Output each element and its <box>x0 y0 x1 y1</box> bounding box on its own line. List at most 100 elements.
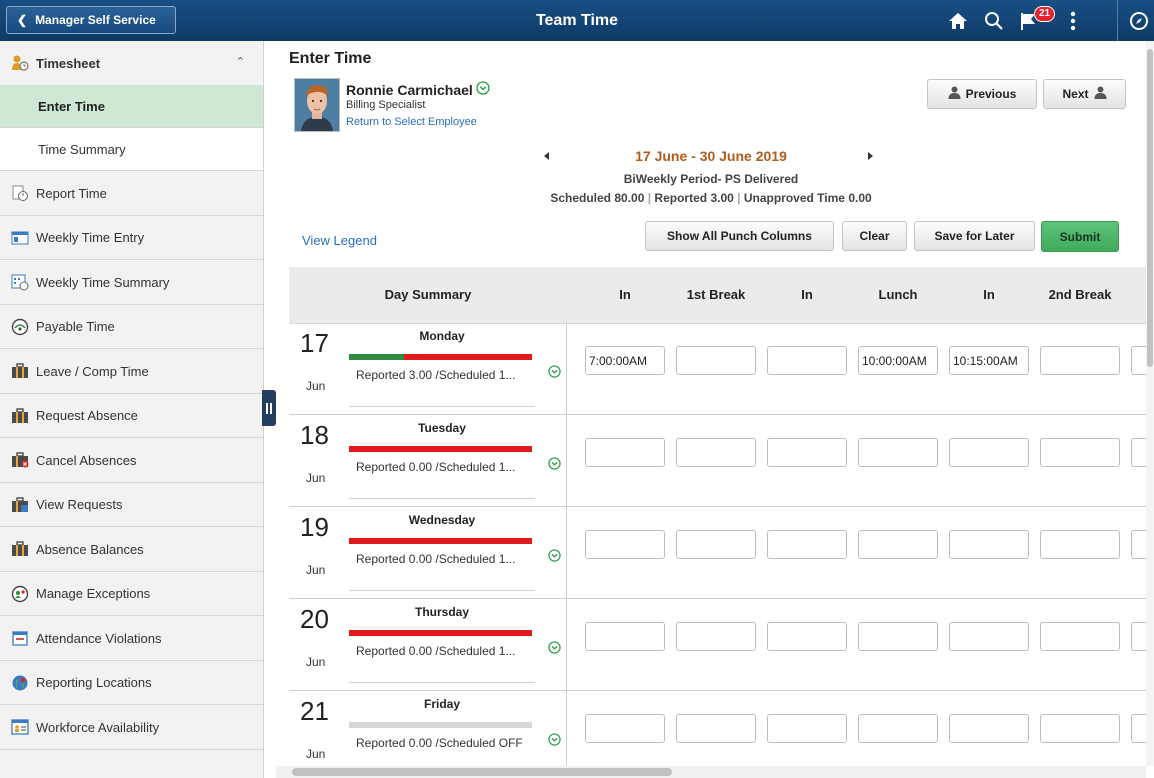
sidebar-item-enter-time[interactable]: Enter Time <box>0 85 263 128</box>
chevron-up-icon[interactable]: ⌃ <box>236 55 245 68</box>
chevron-down-circle-icon[interactable] <box>548 457 561 473</box>
actions-menu-icon[interactable] <box>1065 9 1081 33</box>
manager-self-service-back-button[interactable]: ❮ Manager Self Service <box>6 6 176 34</box>
briefcase-cancel-icon <box>11 451 29 469</box>
period-totals: Scheduled 80.00 | Reported 3.00 | Unappr… <box>550 191 872 205</box>
view-legend-link[interactable]: View Legend <box>302 233 377 248</box>
punch-time-input[interactable] <box>1131 622 1146 651</box>
day-divider <box>349 406 535 407</box>
punch-time-input[interactable] <box>1040 530 1120 559</box>
punch-time-input[interactable] <box>858 622 938 651</box>
punch-time-input[interactable] <box>585 530 665 559</box>
punch-time-input[interactable] <box>949 714 1029 743</box>
sidebar-item-label: Payable Time <box>36 319 115 334</box>
top-banner: ❮ Manager Self Service Team Time 21 <box>0 0 1154 41</box>
sidebar-item-time-summary[interactable]: Time Summary <box>0 128 263 171</box>
chevron-down-circle-icon[interactable] <box>548 641 561 657</box>
sidebar-item-label: Cancel Absences <box>36 452 137 468</box>
sidebar-item-attendance-violations[interactable]: Attendance Violations <box>0 616 263 661</box>
punch-time-input[interactable] <box>1040 346 1120 375</box>
briefcase-icon <box>11 407 29 425</box>
sidebar-item-reporting-locations[interactable]: Reporting Locations <box>0 661 263 705</box>
punch-time-input[interactable] <box>858 714 938 743</box>
sidebar-item-request-absence[interactable]: Request Absence <box>0 394 263 438</box>
punch-time-input[interactable] <box>767 438 847 467</box>
punch-time-input[interactable] <box>767 622 847 651</box>
punch-time-input[interactable] <box>1040 438 1120 467</box>
punch-time-input[interactable] <box>1131 438 1146 467</box>
clear-button[interactable]: Clear <box>842 221 907 251</box>
punch-time-input[interactable] <box>949 622 1029 651</box>
day-row: 20 Jun Thursday Reported 0.00 /Scheduled 1.… <box>289 599 1146 691</box>
punch-time-input[interactable] <box>1040 622 1120 651</box>
return-to-select-employee-link[interactable]: Return to Select Employee <box>346 116 477 128</box>
home-icon[interactable] <box>947 9 969 33</box>
sidebar-item-absence-balances[interactable]: Absence Balances <box>0 527 263 572</box>
save-for-later-button[interactable]: Save for Later <box>914 221 1035 251</box>
column-header-day-summary: Day Summary <box>384 287 472 302</box>
period-range-text: 17 June - 30 June 2019 <box>635 148 787 164</box>
previous-employee-button[interactable]: Previous <box>927 79 1037 109</box>
notifications-flag-icon[interactable]: 21 <box>1018 6 1056 33</box>
employee-job-title: Billing Specialist <box>346 99 426 111</box>
sidebar-item-view-requests[interactable]: View Requests <box>0 483 263 527</box>
sidebar-item-cancel-absences[interactable]: Cancel Absences <box>0 438 263 483</box>
sidebar-item-label: Absence Balances <box>36 541 144 557</box>
punch-time-input[interactable] <box>1131 346 1146 375</box>
chevron-down-circle-icon[interactable] <box>548 549 561 565</box>
punch-time-input[interactable] <box>1040 714 1120 743</box>
sidebar-section-timesheet[interactable]: Timesheet ⌃ <box>0 41 263 85</box>
next-employee-button[interactable]: Next <box>1043 79 1126 109</box>
notification-count-badge: 21 <box>1034 6 1056 22</box>
punch-time-input[interactable] <box>676 346 756 375</box>
sidebar-item-report-time[interactable]: Report Time <box>0 171 263 216</box>
punch-time-input[interactable] <box>858 438 938 467</box>
collapse-sidebar-handle[interactable] <box>262 390 276 426</box>
chevron-down-circle-icon[interactable] <box>548 365 561 381</box>
sidebar-item-weekly-time-summary[interactable]: Weekly Time Summary <box>0 260 263 305</box>
show-all-punch-columns-button[interactable]: Show All Punch Columns <box>645 221 834 251</box>
punch-time-input[interactable] <box>949 346 1029 375</box>
punch-time-input[interactable] <box>949 438 1029 467</box>
punch-time-input[interactable] <box>585 714 665 743</box>
punch-time-input[interactable] <box>858 530 938 559</box>
search-icon[interactable] <box>983 9 1005 33</box>
next-period-arrow-icon[interactable] <box>868 152 873 160</box>
sidebar-item-manage-exceptions[interactable]: Manage Exceptions <box>0 572 263 616</box>
punch-time-input[interactable] <box>1131 530 1146 559</box>
briefcase-icon <box>11 540 29 558</box>
punch-time-input[interactable] <box>767 530 847 559</box>
punch-time-input[interactable] <box>676 530 756 559</box>
chevron-down-circle-icon[interactable] <box>476 81 490 98</box>
next-label: Next <box>1062 87 1089 101</box>
vertical-scroll-thumb[interactable] <box>1147 49 1153 367</box>
vertical-scrollbar[interactable] <box>1146 41 1154 766</box>
horizontal-scrollbar[interactable] <box>276 766 1146 778</box>
sidebar-item-label: Attendance Violations <box>36 630 162 646</box>
punch-time-input[interactable] <box>676 438 756 467</box>
submit-button[interactable]: Submit <box>1041 221 1119 252</box>
period-range: 17 June - 30 June 2019 <box>276 148 1146 164</box>
punch-time-input[interactable] <box>1131 714 1146 743</box>
punch-time-input[interactable] <box>585 346 665 375</box>
day-reported-summary: Reported 0.00 /Scheduled 1... <box>356 460 516 474</box>
punch-time-input[interactable] <box>767 714 847 743</box>
horizontal-scroll-thumb[interactable] <box>292 768 672 776</box>
sidebar-item-leave-comp-time[interactable]: Leave / Comp Time <box>0 349 263 394</box>
punch-time-input[interactable] <box>767 346 847 375</box>
navbar-compass-icon[interactable] <box>1128 9 1150 33</box>
sidebar-item-weekly-time-entry[interactable]: Weekly Time Entry <box>0 216 263 260</box>
punch-time-input[interactable] <box>585 622 665 651</box>
day-summary-cell: 17 Jun Monday Reported 3.00 /Scheduled 1... <box>289 323 567 414</box>
punch-time-input[interactable] <box>676 622 756 651</box>
punch-time-input[interactable] <box>676 714 756 743</box>
weekly-time-entry-icon <box>11 229 29 247</box>
punch-time-input[interactable] <box>585 438 665 467</box>
punch-time-input[interactable] <box>858 346 938 375</box>
day-divider <box>349 590 535 591</box>
sidebar-item-workforce-availability[interactable]: Workforce Availability <box>0 705 263 750</box>
day-month: Jun <box>306 563 326 577</box>
sidebar-item-payable-time[interactable]: Payable Time <box>0 305 263 349</box>
punch-time-input[interactable] <box>949 530 1029 559</box>
chevron-down-circle-icon[interactable] <box>548 733 561 749</box>
